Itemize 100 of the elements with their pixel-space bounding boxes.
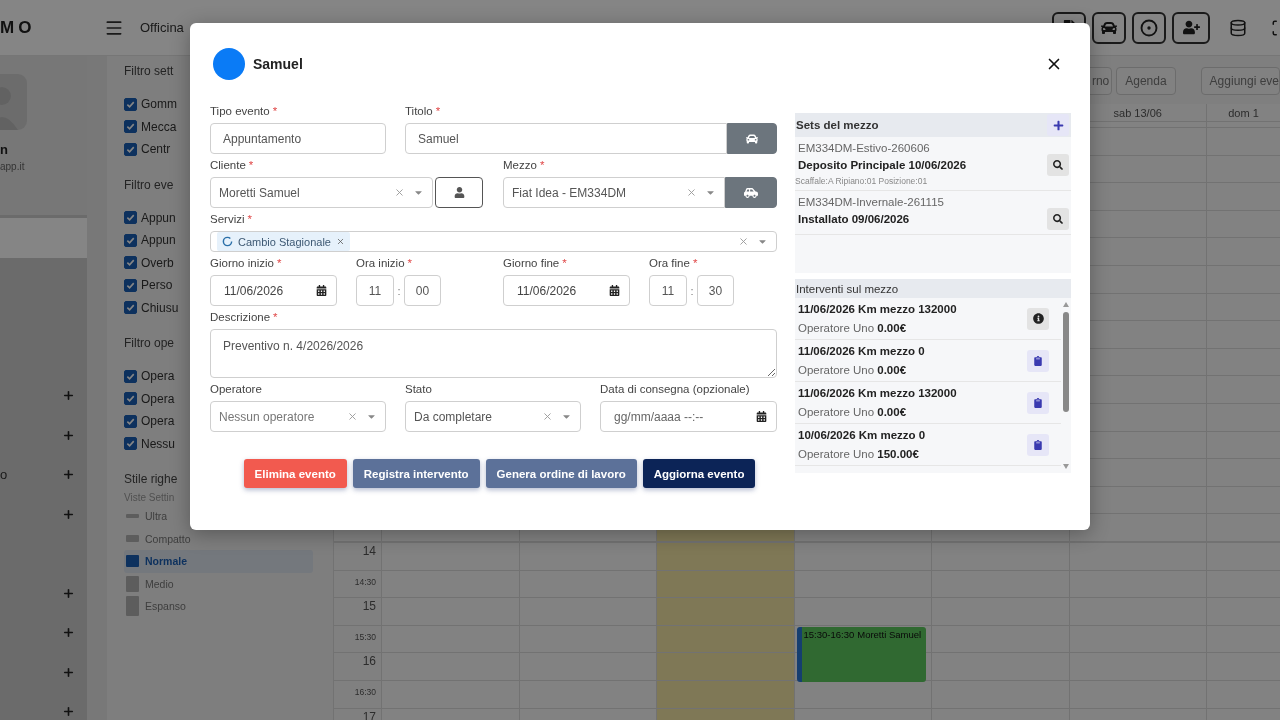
status-select[interactable]: Da completare xyxy=(405,401,581,432)
checkbox[interactable] xyxy=(124,414,137,428)
intervention-detail: Operatore Uno 150.00€ xyxy=(798,448,920,460)
user-icon xyxy=(453,187,465,198)
field-label: Stato xyxy=(405,383,433,397)
row-height-icon xyxy=(126,596,139,617)
clipboard-icon xyxy=(1033,355,1043,366)
time-label: 15:30 xyxy=(333,624,381,653)
checkbox[interactable] xyxy=(124,120,137,134)
checkbox-label: Opera xyxy=(141,369,175,384)
action-button[interactable]: Genera ordine di lavoro xyxy=(485,459,637,488)
dialog-title: Samuel xyxy=(253,56,303,72)
filter-heading: Filtro sett xyxy=(124,64,174,78)
action-button[interactable]: Aggiorna evento xyxy=(642,459,756,488)
toolbar-button[interactable] xyxy=(1092,11,1126,44)
title-field[interactable]: Samuel xyxy=(405,123,727,154)
search-button[interactable] xyxy=(1047,208,1069,230)
plus-icon xyxy=(1052,119,1064,131)
checkbox[interactable] xyxy=(124,97,137,111)
minute-field[interactable]: 00 xyxy=(404,275,441,306)
set-location: Scaffale:A Ripiano:01 Posizione:01 xyxy=(795,176,929,186)
search-button[interactable] xyxy=(1047,154,1069,176)
time-label: 15 xyxy=(333,597,381,625)
field-label: Ora fine * xyxy=(649,257,699,271)
calendar-icon xyxy=(756,411,767,422)
row-height-icon xyxy=(126,514,139,519)
filter-heading: Filtro ope xyxy=(124,336,175,350)
intervention-detail: Operatore Uno 0.00€ xyxy=(798,364,908,376)
expand-icon[interactable] xyxy=(62,468,75,482)
checkbox[interactable] xyxy=(124,211,137,225)
loading-icon xyxy=(222,236,233,247)
checkbox[interactable] xyxy=(124,301,137,315)
checkbox[interactable] xyxy=(124,142,137,156)
hour-field[interactable]: 11 xyxy=(356,275,394,306)
car-button[interactable] xyxy=(727,123,777,154)
database-icon xyxy=(1229,18,1247,37)
row-height-icon xyxy=(126,575,139,592)
intervention-detail: Operatore Uno 0.00€ xyxy=(798,406,908,418)
date-field[interactable]: 11/06/2026 xyxy=(210,275,337,306)
checkbox-label: Centr xyxy=(141,142,171,157)
checkbox[interactable] xyxy=(124,233,137,247)
car-icon xyxy=(744,185,758,200)
checkbox[interactable] xyxy=(124,392,137,406)
time-separator: : xyxy=(396,284,402,297)
remove-icon[interactable] xyxy=(335,237,345,246)
car-button[interactable] xyxy=(725,177,777,208)
filter-heading: Filtro eve xyxy=(124,177,174,192)
clear-icon[interactable] xyxy=(738,236,749,247)
info-button[interactable] xyxy=(1027,307,1049,330)
expand-icon[interactable] xyxy=(62,389,75,403)
user-button[interactable] xyxy=(435,177,483,208)
checkbox-label: Chiusu xyxy=(141,300,179,315)
clipboard-button[interactable] xyxy=(1027,433,1049,456)
page-title: Officina xyxy=(140,20,184,35)
checkbox-label: Opera xyxy=(141,391,175,406)
checkbox[interactable] xyxy=(124,437,137,451)
expand-icon[interactable] xyxy=(62,428,75,442)
action-button[interactable]: Registra intervento xyxy=(352,459,480,488)
intervention-detail: Operatore Uno 0.00€ xyxy=(798,322,908,334)
description-field[interactable]: Preventivo n. 4/2026/2026 xyxy=(210,329,777,378)
date-field[interactable]: 11/06/2026 xyxy=(503,275,630,306)
time-separator: : xyxy=(689,284,695,297)
clipboard-button[interactable] xyxy=(1027,349,1049,372)
checkbox[interactable] xyxy=(124,369,137,383)
clear-icon[interactable] xyxy=(347,411,358,422)
clipboard-button[interactable] xyxy=(1027,391,1049,414)
checkbox-label: Appun xyxy=(141,210,176,225)
delivery-date-field[interactable]: gg/mm/aaaa --:-- xyxy=(600,401,777,432)
add-user-icon xyxy=(1182,19,1200,36)
clear-icon[interactable] xyxy=(686,187,697,198)
expand-icon[interactable] xyxy=(62,626,75,640)
clear-icon[interactable] xyxy=(394,187,405,198)
minute-field[interactable]: 30 xyxy=(697,275,734,306)
field-label: Titolo * xyxy=(405,105,442,119)
scrollbar[interactable] xyxy=(1062,300,1070,471)
expand-icon[interactable] xyxy=(62,665,75,679)
checkbox[interactable] xyxy=(124,256,137,270)
set-status: Deposito Principale 10/06/2026 xyxy=(798,159,967,171)
checkbox[interactable] xyxy=(124,278,137,292)
services-select[interactable]: Cambio Stagionale xyxy=(210,231,777,252)
set-status: Installato 09/06/2026 xyxy=(798,213,911,225)
field-label: Mezzo * xyxy=(503,159,546,173)
client-select[interactable]: Moretti Samuel xyxy=(210,177,433,208)
checkbox-label: Appun xyxy=(141,233,176,248)
field-label: Servizi * xyxy=(210,213,253,227)
time-label: 14:30 xyxy=(333,569,381,598)
add-button[interactable] xyxy=(1047,114,1069,136)
operator-select[interactable]: Nessun operatore xyxy=(210,401,386,432)
clear-icon[interactable] xyxy=(542,411,553,422)
toolbar-button[interactable] xyxy=(1132,11,1166,44)
toolbar-button[interactable] xyxy=(1172,11,1210,44)
clipboard-icon xyxy=(1033,397,1043,408)
expand-icon[interactable] xyxy=(62,586,75,600)
checkbox-label: Perso xyxy=(141,278,173,293)
hour-field[interactable]: 11 xyxy=(649,275,687,306)
search-icon xyxy=(1053,160,1063,170)
expand-icon[interactable] xyxy=(62,507,75,521)
event-type-field[interactable]: Appuntamento xyxy=(210,123,386,154)
expand-icon[interactable] xyxy=(62,705,75,719)
vehicle-select[interactable]: Fiat Idea - EM334DM xyxy=(503,177,725,208)
